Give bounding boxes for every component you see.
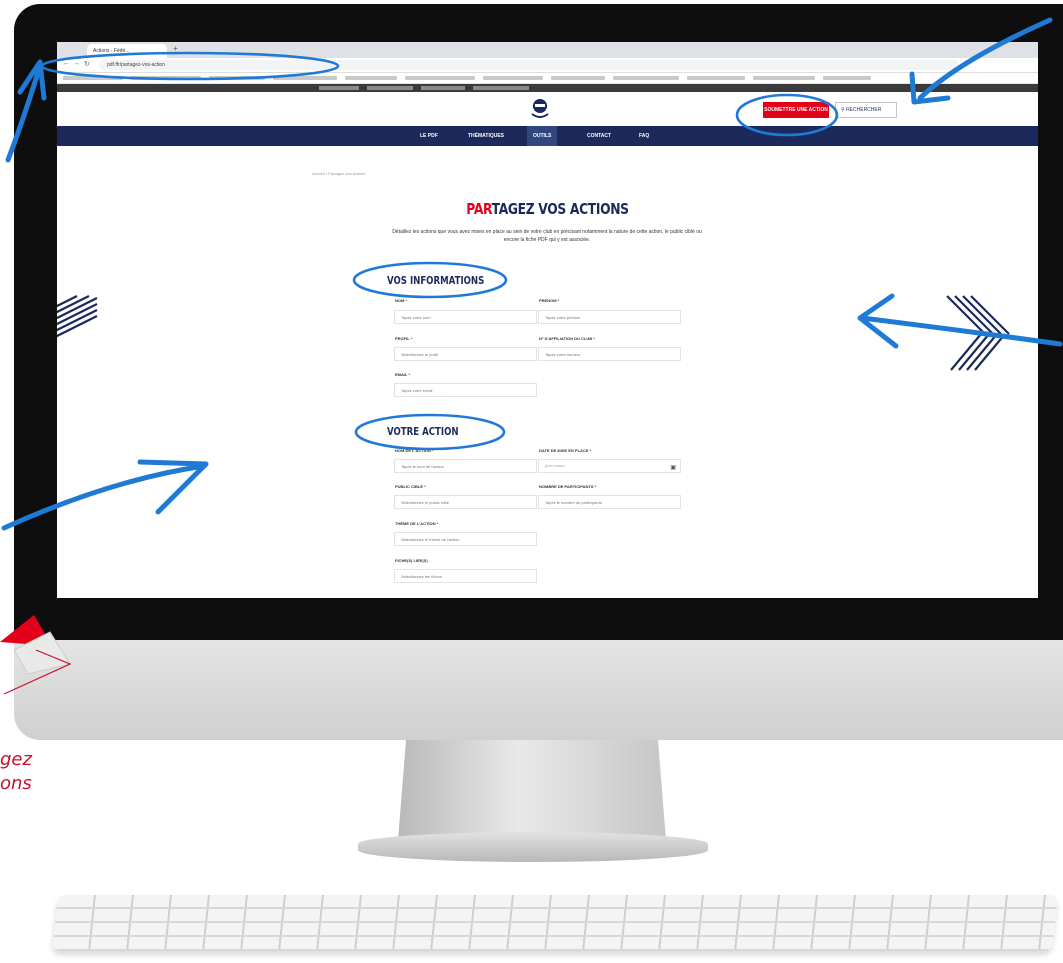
marketing-mockup: Actions - Fédé... + ← → ↻ pdf.ffr/partag… [0, 0, 1063, 963]
mockup-caption: gez ons [0, 748, 32, 796]
info-section-circle-annotation [352, 261, 508, 299]
url-arrow-annotation [5, 63, 43, 163]
cta-circle-annotation [735, 93, 839, 137]
action-section-circle-annotation [354, 413, 506, 451]
url-circle-annotation [40, 51, 340, 81]
red-triangle-decoration [0, 615, 72, 695]
annotation-layer [0, 17, 1063, 695]
cta-arrow-annotation [917, 17, 1053, 101]
caption-line-2: ons [0, 773, 32, 794]
caption-line-1: gez [0, 749, 32, 770]
